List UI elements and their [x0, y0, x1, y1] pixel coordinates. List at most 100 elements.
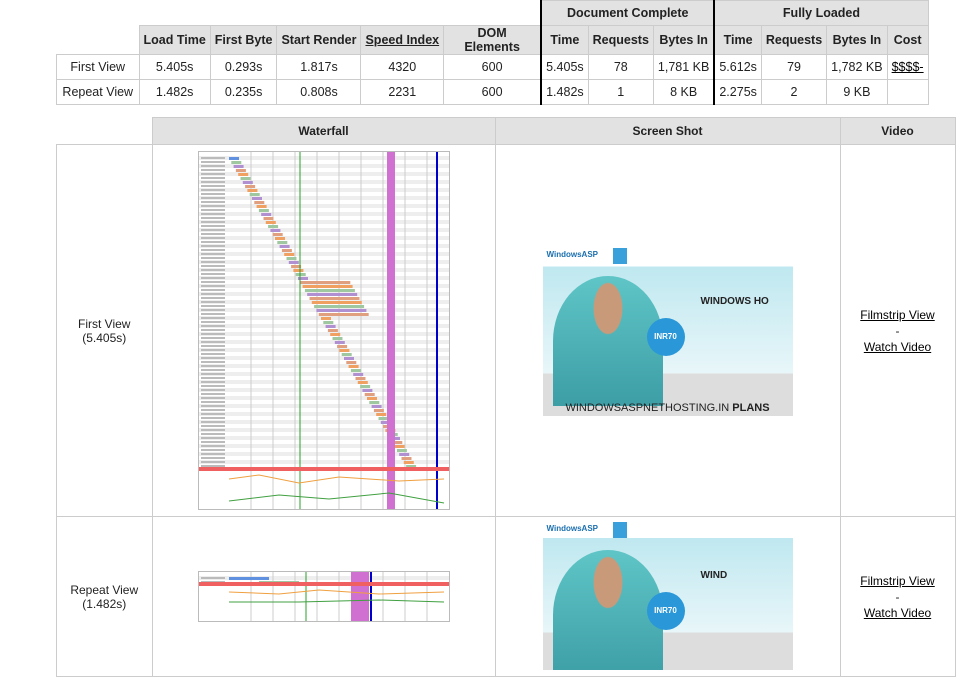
request-label: [200, 157, 225, 159]
waterfall-row: [198, 224, 449, 228]
col-dom-elements: DOM Elements: [443, 25, 542, 55]
request-bar: [338, 349, 349, 352]
request-bar: [359, 385, 370, 388]
col-start-render: Start Render: [276, 25, 362, 55]
col-full-requests: Requests: [760, 25, 828, 55]
filmstrip-view-link[interactable]: Filmstrip View: [860, 574, 934, 588]
request-bar: [269, 229, 280, 232]
request-label: [200, 361, 225, 363]
request-bar: [267, 225, 278, 228]
request-bar: [295, 273, 306, 276]
waterfall-row: [198, 264, 449, 268]
col-cost: Cost: [886, 25, 929, 55]
request-bar: [228, 157, 239, 160]
request-label: [200, 233, 225, 235]
waterfall-row: [198, 180, 449, 184]
request-bar: [281, 249, 292, 252]
request-label: [200, 317, 225, 319]
waterfall-row: [198, 344, 449, 348]
request-label: [200, 297, 225, 299]
waterfall-row: [198, 176, 449, 180]
waterfall-row: [198, 268, 449, 272]
col-full-time: Time: [713, 25, 762, 55]
waterfall-first-view[interactable]: [197, 151, 450, 510]
waterfall-row: [198, 192, 449, 196]
request-label: [200, 261, 225, 263]
request-bar: [286, 257, 296, 260]
watch-video-link[interactable]: Watch Video: [864, 340, 931, 354]
request-label: [200, 289, 225, 291]
waterfall-row: [198, 228, 449, 232]
request-label: [200, 221, 225, 223]
waterfall-row: [198, 244, 449, 248]
cpu-graph: [228, 492, 444, 504]
request-bar: [396, 449, 407, 452]
waterfall-row: [198, 356, 449, 360]
waterfall-row: [198, 404, 449, 408]
request-label: [200, 341, 225, 343]
waterfall-row: [198, 384, 449, 388]
request-label: [200, 437, 225, 439]
request-bar: [251, 197, 262, 200]
request-bar: [313, 305, 364, 308]
waterfall-row: [198, 388, 449, 392]
request-label: [200, 429, 225, 431]
request-bar: [265, 221, 276, 224]
request-bar: [315, 309, 366, 312]
screenshot-header: Screen Shot: [494, 117, 841, 145]
waterfall-row: [198, 376, 449, 380]
request-label: [200, 345, 225, 347]
filmstrip-view-link[interactable]: Filmstrip View: [860, 308, 934, 322]
request-label: [200, 301, 225, 303]
request-label: [200, 413, 225, 415]
request-label: [200, 369, 225, 371]
col-load-time: Load Time: [138, 25, 211, 55]
request-label: [200, 273, 225, 275]
screenshot-repeat-view[interactable]: WindowsASP INR70 WIND: [542, 520, 793, 670]
col-doc-time: Time: [540, 25, 589, 55]
waterfall-row: [198, 432, 449, 436]
request-label: [200, 257, 225, 259]
request-bar: [327, 329, 338, 332]
cost-link[interactable]: $$$$-: [886, 54, 929, 80]
summary-row-repeat-view: Repeat View 1.482s 0.235s 0.808s 2231 60…: [56, 79, 929, 105]
waterfall-row: [198, 340, 449, 344]
request-label: [200, 169, 225, 171]
request-bar: [361, 389, 372, 392]
waterfall-row: [198, 416, 449, 420]
waterfall-row: [198, 184, 449, 188]
request-label: [200, 461, 225, 463]
request-label: [200, 189, 225, 191]
screenshot-first-view[interactable]: WindowsASP INR70 WINDOWS HO WINDOWSASPNE…: [542, 245, 793, 416]
request-bar: [304, 289, 355, 292]
request-label: [200, 397, 225, 399]
bandwidth-graph: [228, 589, 444, 595]
request-label: [200, 277, 225, 279]
waterfall-row: [198, 360, 449, 364]
fully-loaded-header: Fully Loaded: [713, 0, 929, 26]
request-label: [200, 457, 225, 459]
waterfall-row: [198, 196, 449, 200]
request-label: [200, 433, 225, 435]
request-bar: [401, 457, 411, 460]
request-bar: [350, 369, 361, 372]
col-speed-index[interactable]: Speed Index: [360, 25, 445, 55]
request-label: [200, 405, 225, 407]
request-bar: [364, 393, 375, 396]
waterfall-row: [198, 440, 449, 444]
waterfall-repeat-view[interactable]: [197, 571, 450, 622]
first-view-row: First View (5.405s) WindowsASP INR70 WIND…: [56, 144, 956, 517]
request-label: [200, 373, 225, 375]
request-label: [200, 333, 225, 335]
request-bar: [246, 189, 257, 192]
error-row: [198, 582, 449, 586]
waterfall-row: [198, 216, 449, 220]
watch-video-link[interactable]: Watch Video: [864, 606, 931, 620]
request-label: [200, 249, 225, 251]
waterfall-row: [198, 380, 449, 384]
request-bar: [309, 297, 359, 300]
request-label: [200, 325, 225, 327]
request-label: [200, 353, 225, 355]
request-label: [200, 349, 225, 351]
request-bar: [352, 373, 363, 376]
